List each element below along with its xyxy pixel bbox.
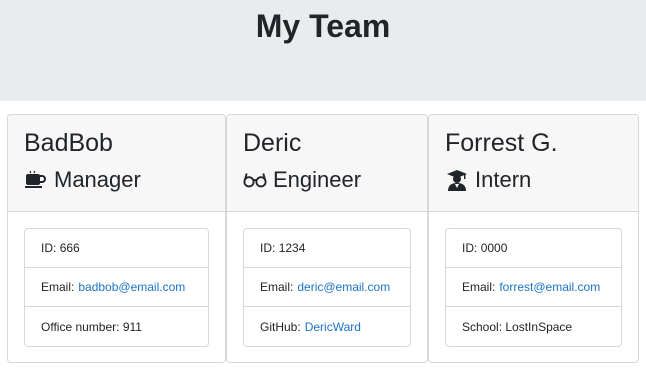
email-link[interactable]: forrest@email.com xyxy=(499,280,600,294)
glasses-icon xyxy=(243,168,267,192)
employee-role: Engineer xyxy=(243,165,361,195)
office-number-value: 911 xyxy=(122,319,142,334)
employee-details-list: ID: 1234 Email: deric@email.com GitHub: … xyxy=(243,228,411,347)
list-item-office: Office number: 911 xyxy=(25,307,208,346)
card-header: Forrest G. Intern xyxy=(429,115,638,212)
list-item-school: School: LostInSpace xyxy=(446,307,621,346)
id-label: ID: xyxy=(260,241,276,255)
list-item-email: Email: badbob@email.com xyxy=(25,268,208,307)
employee-role: Manager xyxy=(24,165,141,195)
list-item-id: ID: 1234 xyxy=(244,229,410,268)
employee-name: BadBob xyxy=(24,129,113,157)
school-label: School: xyxy=(462,319,503,334)
email-link[interactable]: badbob@email.com xyxy=(78,280,185,294)
email-label: Email: xyxy=(260,280,294,294)
page-header: My Team xyxy=(0,0,646,101)
office-number-label: Office number: xyxy=(41,319,120,334)
email-link[interactable]: deric@email.com xyxy=(297,280,390,294)
employee-details-list: ID: 666 Email: badbob@email.com Office n… xyxy=(24,228,209,347)
card-header: BadBob Manager xyxy=(8,115,225,212)
employee-card-manager: BadBob Manager ID: 666 Email: badbob@ema… xyxy=(7,114,226,363)
list-item-id: ID: 0000 xyxy=(446,229,621,268)
id-value: 666 xyxy=(59,241,80,255)
coffee-mug-icon xyxy=(24,168,48,192)
email-label: Email: xyxy=(462,280,496,294)
github-label: GitHub: xyxy=(260,319,301,334)
graduate-icon xyxy=(445,168,469,192)
school-value: LostInSpace xyxy=(505,319,573,334)
list-item-email: Email: deric@email.com xyxy=(244,268,410,307)
list-item-id: ID: 666 xyxy=(25,229,208,268)
employee-role-label: Intern xyxy=(475,167,532,192)
id-label: ID: xyxy=(462,241,478,255)
employee-name: Deric xyxy=(243,129,302,157)
card-header: Deric Engineer xyxy=(227,115,427,212)
employee-role: Intern xyxy=(445,165,531,195)
employee-role-label: Manager xyxy=(54,167,141,192)
employee-card-intern: Forrest G. Intern ID: 0000 Email: forres… xyxy=(428,114,639,363)
employee-card-engineer: Deric Engineer ID: 1234 Email: deric@ema… xyxy=(226,114,428,363)
id-value: 1234 xyxy=(278,241,306,255)
employee-details-list: ID: 0000 Email: forrest@email.com School… xyxy=(445,228,622,347)
id-value: 0000 xyxy=(480,241,508,255)
employee-name: Forrest G. xyxy=(445,129,558,157)
employee-role-label: Engineer xyxy=(273,167,362,192)
page-title: My Team xyxy=(255,8,391,44)
id-label: ID: xyxy=(41,241,57,255)
github-link[interactable]: DericWard xyxy=(305,320,361,334)
list-item-email: Email: forrest@email.com xyxy=(446,268,621,307)
list-item-github: GitHub: DericWard xyxy=(244,307,410,346)
email-label: Email: xyxy=(41,280,75,294)
